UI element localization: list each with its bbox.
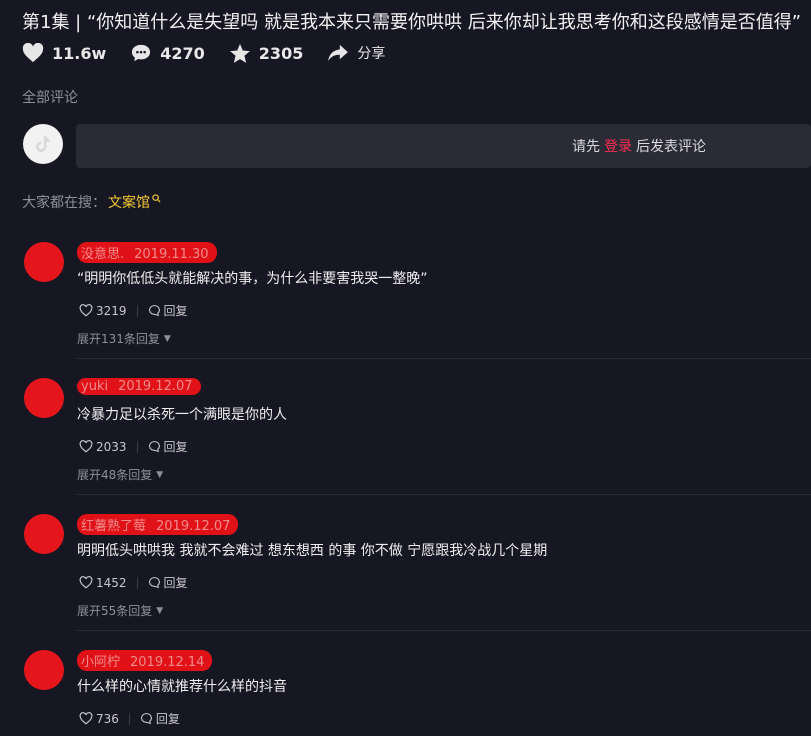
like-count: 11.6w xyxy=(52,43,107,63)
like-stat[interactable]: 11.6w xyxy=(22,43,106,63)
heart-outline-icon[interactable] xyxy=(79,712,93,725)
hot-search-keyword[interactable]: 文案馆 xyxy=(108,192,150,212)
reply-button[interactable]: 回复 xyxy=(164,574,188,591)
comment-like-count: 2033 xyxy=(96,439,127,454)
comment-like-count: 1452 xyxy=(96,575,127,590)
heart-outline-icon[interactable] xyxy=(79,576,93,589)
all-comments-label: 全部评论 xyxy=(22,90,78,106)
heart-outline-icon[interactable] xyxy=(79,304,93,317)
comment-like-count: 736 xyxy=(96,711,119,726)
comment-author[interactable]: yuki 2019.12.07 xyxy=(77,378,201,395)
divider xyxy=(77,494,811,495)
divider xyxy=(77,358,811,359)
divider xyxy=(128,712,130,725)
favorite-stat[interactable]: 2305 xyxy=(229,43,304,64)
favorite-count: 2305 xyxy=(258,43,304,63)
hot-search: 大家都在搜： 文案馆 xyxy=(22,192,161,212)
divider xyxy=(77,630,811,631)
stats-bar: 11.6w 4270 2305 分享 xyxy=(22,40,409,66)
comment-input-box[interactable]: 请先 登录 后发表评论 xyxy=(76,124,811,168)
comment-bubble-icon xyxy=(132,44,151,62)
share-label: 分享 xyxy=(357,46,386,62)
share-arrow-icon xyxy=(328,44,349,62)
comment-actions: 736 回复 xyxy=(79,710,180,727)
comment-stat[interactable]: 4270 xyxy=(130,43,205,63)
share-button[interactable]: 分享 xyxy=(327,43,385,63)
expand-replies[interactable]: 展开131条回复 ▼ xyxy=(77,330,171,347)
hot-search-label: 大家都在搜： xyxy=(22,195,106,211)
comment-author[interactable]: 没意思. 2019.11.30 xyxy=(77,242,217,263)
heart-icon xyxy=(22,43,44,63)
chevron-down-icon: ▼ xyxy=(156,469,164,480)
avatar[interactable] xyxy=(24,650,64,690)
reply-button[interactable]: 回复 xyxy=(164,438,188,455)
search-icon xyxy=(152,193,161,203)
comment-text: 什么样的心情就推荐什么样的抖音 xyxy=(77,679,287,695)
login-prompt-prefix: 请先 xyxy=(572,139,600,155)
expand-replies[interactable]: 展开55条回复 ▼ xyxy=(77,602,163,619)
divider xyxy=(136,440,138,453)
comment-text: “明明你低低头就能解决的事，为什么非要害我哭一整晚” xyxy=(77,271,428,287)
comment-count: 4270 xyxy=(160,43,205,63)
chevron-down-icon: ▼ xyxy=(156,605,164,616)
expand-replies[interactable]: 展开48条回复 ▼ xyxy=(77,466,163,483)
comment-date: 2019.12.07 xyxy=(118,379,193,394)
reply-bubble-icon xyxy=(148,441,160,453)
comment-actions: 3219 回复 xyxy=(79,302,188,319)
reply-bubble-icon xyxy=(140,713,152,725)
login-link[interactable]: 登录 xyxy=(604,136,632,156)
divider xyxy=(136,576,138,589)
comment-text: 明明低头哄哄我 我就不会难过 想东想西 的事 你不做 宁愿跟我冷战几个星期 xyxy=(77,543,548,559)
comment-actions: 1452 回复 xyxy=(79,574,188,591)
avatar[interactable] xyxy=(24,242,64,282)
reply-button[interactable]: 回复 xyxy=(156,710,180,727)
comment-author[interactable]: 红薯熟了莓 2019.12.07 xyxy=(77,514,239,535)
comment-like-count: 3219 xyxy=(96,303,127,318)
comment-text: 冷暴力足以杀死一个满眼是你的人 xyxy=(77,407,287,423)
reply-bubble-icon xyxy=(148,305,160,317)
comment-date: 2019.11.30 xyxy=(134,247,209,262)
login-prompt-suffix: 后发表评论 xyxy=(636,139,706,155)
comment-actions: 2033 回复 xyxy=(79,438,188,455)
comment-date: 2019.12.14 xyxy=(130,655,205,670)
comment-author[interactable]: 小阿柠 2019.12.14 xyxy=(77,650,213,671)
reply-button[interactable]: 回复 xyxy=(164,302,188,319)
reply-bubble-icon xyxy=(148,577,160,589)
heart-outline-icon[interactable] xyxy=(79,440,93,453)
avatar[interactable] xyxy=(24,378,64,418)
divider xyxy=(136,304,138,317)
star-icon xyxy=(229,43,250,63)
user-avatar xyxy=(23,124,63,164)
tiktok-logo-icon xyxy=(36,136,50,152)
avatar[interactable] xyxy=(24,514,64,554)
comment-date: 2019.12.07 xyxy=(156,519,231,534)
video-title: 第1集 | “你知道什么是失望吗 就是我本来只需要你哄哄 后来你却让我思考你和这… xyxy=(22,12,802,33)
chevron-down-icon: ▼ xyxy=(163,333,171,344)
